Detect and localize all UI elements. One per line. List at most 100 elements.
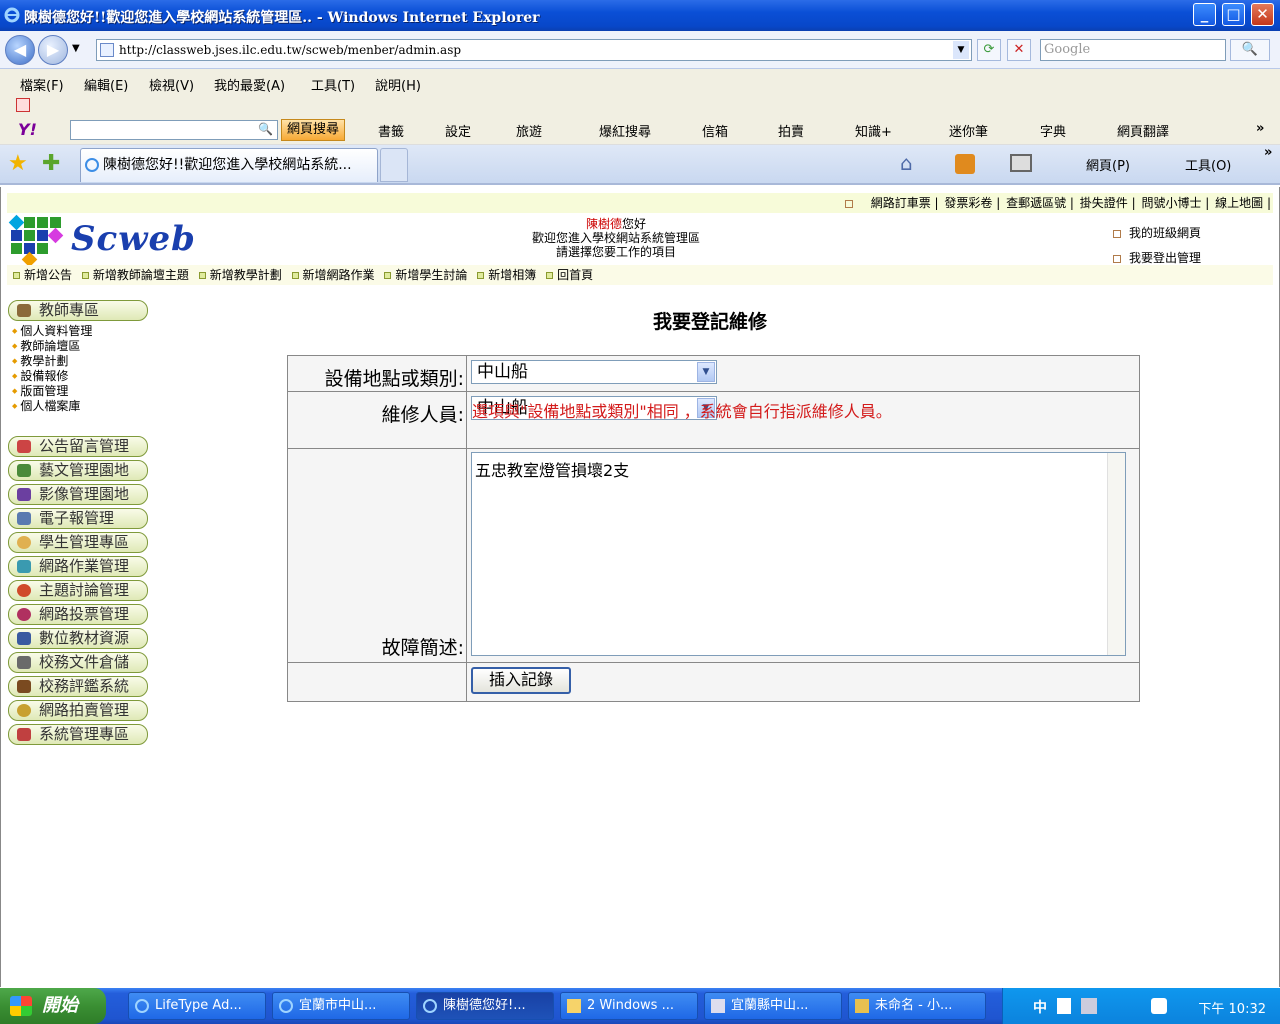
location-select[interactable]: 中山船 ▼ xyxy=(471,360,717,384)
sidebar-student-mgmt[interactable]: 學生管理專區 xyxy=(8,532,148,553)
sidebar-teacher-forum[interactable]: 教師論壇區 xyxy=(12,339,150,354)
sidebar-voting-mgmt[interactable]: 網路投票管理 xyxy=(8,604,148,625)
start-button[interactable]: 開始 xyxy=(0,988,106,1024)
homework-icon xyxy=(17,560,31,573)
stop-button[interactable]: ✕ xyxy=(1007,39,1031,61)
sidebar-layout-management[interactable]: 版面管理 xyxy=(12,384,150,399)
add-favorite-icon[interactable]: ✚ xyxy=(42,151,60,176)
cmd-new-announcement[interactable]: 新增公告 xyxy=(13,268,72,282)
cmd-home[interactable]: 回首頁 xyxy=(546,268,593,282)
keyboard-icon[interactable] xyxy=(1081,998,1097,1014)
insert-record-button[interactable]: 插入記錄 xyxy=(471,667,571,694)
favorites-star-icon[interactable]: ★ xyxy=(8,151,28,176)
clock: 下午 10:32 xyxy=(1198,1002,1266,1017)
yahoo-dictionary[interactable]: 字典 xyxy=(1040,121,1066,140)
yahoo-logo[interactable]: Y! xyxy=(18,120,37,139)
history-dropdown-icon[interactable]: ▼ xyxy=(72,43,80,54)
page-menu[interactable]: 網頁(P) xyxy=(1086,155,1130,174)
teacher-submenu: 個人資料管理 教師論壇區 教學計劃 設備報修 版面管理 個人檔案庫 xyxy=(12,324,150,414)
task-yilan-county[interactable]: 宜蘭縣中山... xyxy=(704,992,842,1020)
task-untitled-paint[interactable]: 未命名 - 小... xyxy=(848,992,986,1020)
home-icon[interactable]: ⌂ xyxy=(900,151,913,175)
sidebar-teacher-zone[interactable]: 教師專區 xyxy=(8,300,148,321)
menu-tools[interactable]: 工具(T) xyxy=(311,75,355,94)
description-textarea[interactable]: 五忠教室燈管損壞2支 xyxy=(471,452,1126,656)
link-online-map[interactable]: 線上地圖 xyxy=(1215,196,1263,210)
url-dropdown-icon[interactable]: ▼ xyxy=(953,41,969,59)
sidebar-digital-materials[interactable]: 數位教材資源 xyxy=(8,628,148,649)
menu-edit[interactable]: 編輯(E) xyxy=(84,75,128,94)
sidebar-topic-discussion[interactable]: 主題討論管理 xyxy=(8,580,148,601)
cmd-new-homework[interactable]: 新增網路作業 xyxy=(291,268,375,282)
tabs-more-button[interactable]: » xyxy=(1264,145,1272,160)
sidebar-homework-mgmt[interactable]: 網路作業管理 xyxy=(8,556,148,577)
close-button[interactable]: ✕ xyxy=(1251,3,1274,26)
sidebar-auction-mgmt[interactable]: 網路拍賣管理 xyxy=(8,700,148,721)
forward-button[interactable]: ▶ xyxy=(38,35,68,65)
ime-indicator[interactable]: 中 xyxy=(1033,997,1047,1017)
rss-icon[interactable] xyxy=(955,154,975,174)
tray-app-icon[interactable] xyxy=(1151,998,1167,1014)
link-logout[interactable]: 我要登出管理 xyxy=(1129,251,1201,265)
yahoo-search-button[interactable]: 網頁搜尋 xyxy=(281,119,345,141)
task-yilan-zhongshan[interactable]: 宜蘭市中山... xyxy=(272,992,410,1020)
link-lost-documents[interactable]: 掛失證件 xyxy=(1080,196,1128,210)
new-tab-button[interactable] xyxy=(380,148,408,182)
sidebar-announcement-mgmt[interactable]: 公告留言管理 xyxy=(8,436,148,457)
auction-icon xyxy=(17,704,31,717)
yahoo-knowledge[interactable]: 知識+ xyxy=(855,121,892,140)
textarea-scrollbar[interactable] xyxy=(1107,453,1125,655)
yahoo-bookmarks[interactable]: 書籤 xyxy=(378,121,404,140)
sidebar-equipment-repair[interactable]: 設備報修 xyxy=(12,369,150,384)
yahoo-translate[interactable]: 網頁翻譯 xyxy=(1117,121,1169,140)
link-question-doctor[interactable]: 問號小博士 xyxy=(1141,196,1201,210)
yahoo-settings[interactable]: 設定 xyxy=(445,121,471,140)
yahoo-more-button[interactable]: » xyxy=(1256,121,1264,136)
menu-file[interactable]: 檔案(F) xyxy=(20,75,64,94)
cmd-new-album[interactable]: 新增相簿 xyxy=(477,268,536,282)
sidebar-evaluation-system[interactable]: 校務評鑑系統 xyxy=(8,676,148,697)
yahoo-auction[interactable]: 拍賣 xyxy=(778,121,804,140)
maximize-button[interactable]: □ xyxy=(1222,3,1245,26)
sidebar-image-mgmt[interactable]: 影像管理園地 xyxy=(8,484,148,505)
tab-active[interactable]: 陳樹德您好!!歡迎您進入學校網站系統... xyxy=(80,148,378,182)
greeting-suffix: 您好 xyxy=(622,217,647,231)
search-input[interactable]: Google xyxy=(1040,39,1226,61)
search-go-button[interactable]: 🔍 xyxy=(1230,39,1270,61)
refresh-button[interactable]: ⟳ xyxy=(977,39,1001,61)
menu-favorites[interactable]: 我的最愛(A) xyxy=(214,75,285,94)
yahoo-search-input[interactable]: 🔍 xyxy=(70,120,278,140)
sidebar-arts-mgmt[interactable]: 藝文管理園地 xyxy=(8,460,148,481)
url-input[interactable]: http://classweb.jses.ilc.edu.tw/scweb/me… xyxy=(96,39,972,61)
tools-menu[interactable]: 工具(O) xyxy=(1185,155,1231,174)
cmd-new-teaching-plan[interactable]: 新增教學計劃 xyxy=(198,268,282,282)
menu-view[interactable]: 檢視(V) xyxy=(149,75,194,94)
link-train-ticket[interactable]: 網路訂車票 xyxy=(871,196,931,210)
yahoo-travel[interactable]: 旅遊 xyxy=(516,121,542,140)
cmd-new-student-discussion[interactable]: 新增學生討論 xyxy=(384,268,467,282)
yahoo-mail[interactable]: 信箱 xyxy=(702,121,728,140)
sidebar-system-mgmt[interactable]: 系統管理專區 xyxy=(8,724,148,745)
sidebar-personal-data[interactable]: 個人資料管理 xyxy=(12,324,150,339)
minimize-button[interactable]: _ xyxy=(1193,3,1216,26)
ime-mode-icon[interactable] xyxy=(1057,998,1071,1014)
yahoo-trending[interactable]: 爆紅搜尋 xyxy=(599,121,651,140)
back-button[interactable]: ◀ xyxy=(5,35,35,65)
link-zip-code[interactable]: 查郵遞區號 xyxy=(1006,196,1066,210)
folder-icon xyxy=(567,999,581,1013)
scweb-logo[interactable]: Scweb xyxy=(8,214,195,268)
yahoo-mini-pen[interactable]: 迷你筆 xyxy=(949,121,988,140)
link-invoice-lottery[interactable]: 發票彩卷 xyxy=(944,196,992,210)
sidebar-newsletter-mgmt[interactable]: 電子報管理 xyxy=(8,508,148,529)
print-icon[interactable] xyxy=(1010,154,1032,172)
translate-icon[interactable] xyxy=(16,98,30,112)
sidebar-personal-files[interactable]: 個人檔案庫 xyxy=(12,399,150,414)
link-my-class-page[interactable]: 我的班級網頁 xyxy=(1129,226,1201,240)
task-lifetype[interactable]: LifeType Ad... xyxy=(128,992,266,1020)
menu-help[interactable]: 說明(H) xyxy=(375,75,421,94)
sidebar-document-storage[interactable]: 校務文件倉儲 xyxy=(8,652,148,673)
task-windows-group[interactable]: 2 Windows ... xyxy=(560,992,698,1020)
sidebar-teaching-plan[interactable]: 教學計劃 xyxy=(12,354,150,369)
task-chen-active[interactable]: 陳樹德您好!... xyxy=(416,992,554,1020)
cmd-new-forum-topic[interactable]: 新增教師論壇主題 xyxy=(81,268,189,282)
